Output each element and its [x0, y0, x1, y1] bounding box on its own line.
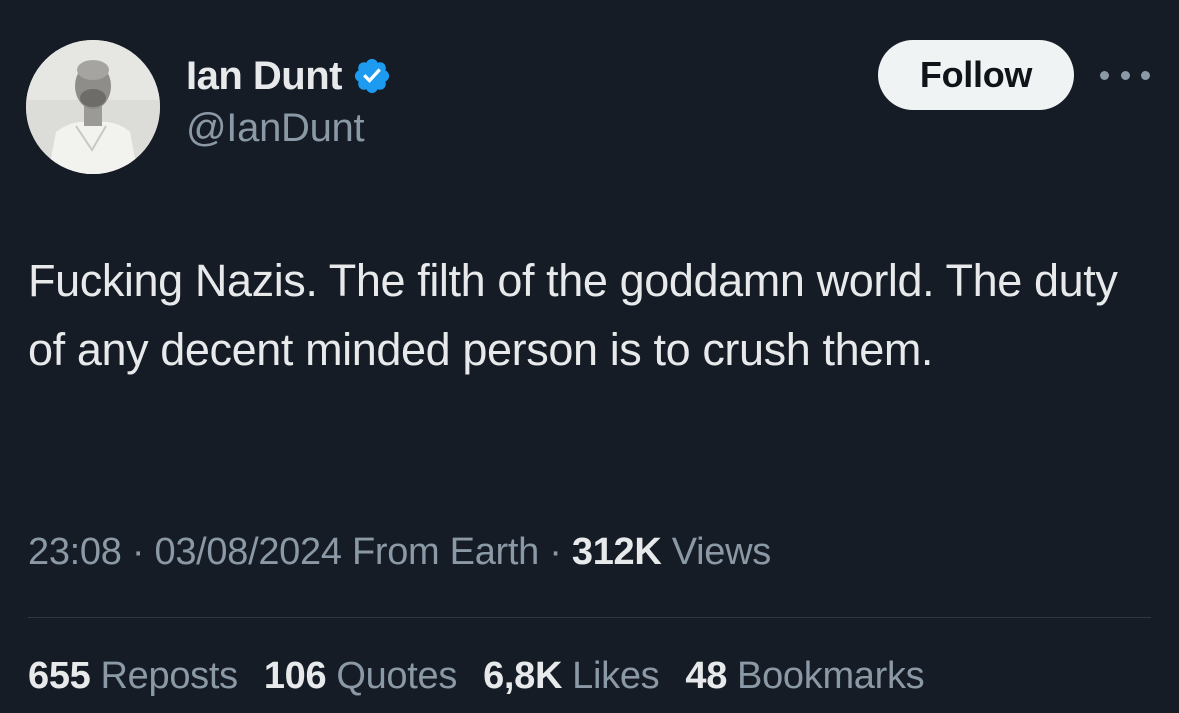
avatar-image: [26, 40, 160, 174]
author-name[interactable]: Ian Dunt: [186, 54, 342, 99]
stat-label: Quotes: [336, 655, 458, 697]
stat-reposts[interactable]: 655 Reposts: [28, 655, 238, 698]
tweet-meta: 23:08 · 03/08/2024 From Earth · 312K Vie…: [28, 531, 771, 574]
stat-count: 655: [28, 655, 91, 697]
author-name-row: Ian Dunt: [186, 52, 392, 100]
tweet-date[interactable]: 03/08/2024: [154, 531, 341, 573]
tweet-time[interactable]: 23:08: [28, 531, 122, 573]
stat-label: Likes: [572, 655, 660, 697]
tweet-text: Fucking Nazis. The filth of the goddamn …: [28, 255, 1118, 375]
stat-quotes[interactable]: 106 Quotes: [263, 655, 458, 698]
stat-bookmarks[interactable]: 48 Bookmarks: [685, 655, 924, 698]
engagement-stats: 655 Reposts 106 Quotes 6,8K Likes 48 Bookmar…: [28, 655, 950, 698]
stat-count: 48: [685, 655, 728, 697]
stat-label: Reposts: [100, 655, 239, 697]
tweet-location: From Earth: [351, 531, 539, 573]
more-options-icon[interactable]: [1100, 60, 1150, 90]
author-handle[interactable]: @IanDunt: [186, 106, 365, 151]
dot-icon: [1141, 70, 1150, 80]
meta-separator: ·: [549, 531, 562, 573]
tweet-card: Ian Dunt @IanDunt Follow Fucking Nazis. …: [0, 0, 1179, 713]
dot-icon: [1120, 70, 1130, 80]
meta-separator: ·: [131, 531, 145, 573]
author-avatar[interactable]: [26, 40, 160, 174]
stat-label: Bookmarks: [737, 655, 925, 697]
dot-icon: [1100, 70, 1109, 80]
views-count: 312K: [571, 531, 662, 573]
stat-likes[interactable]: 6,8K Likes: [483, 655, 660, 698]
stat-count: 106: [263, 655, 327, 697]
verified-badge-icon[interactable]: [352, 56, 392, 96]
stat-count: 6,8K: [483, 655, 563, 697]
views-label: Views: [671, 531, 771, 573]
divider: [28, 617, 1151, 618]
follow-button[interactable]: Follow: [878, 40, 1074, 110]
